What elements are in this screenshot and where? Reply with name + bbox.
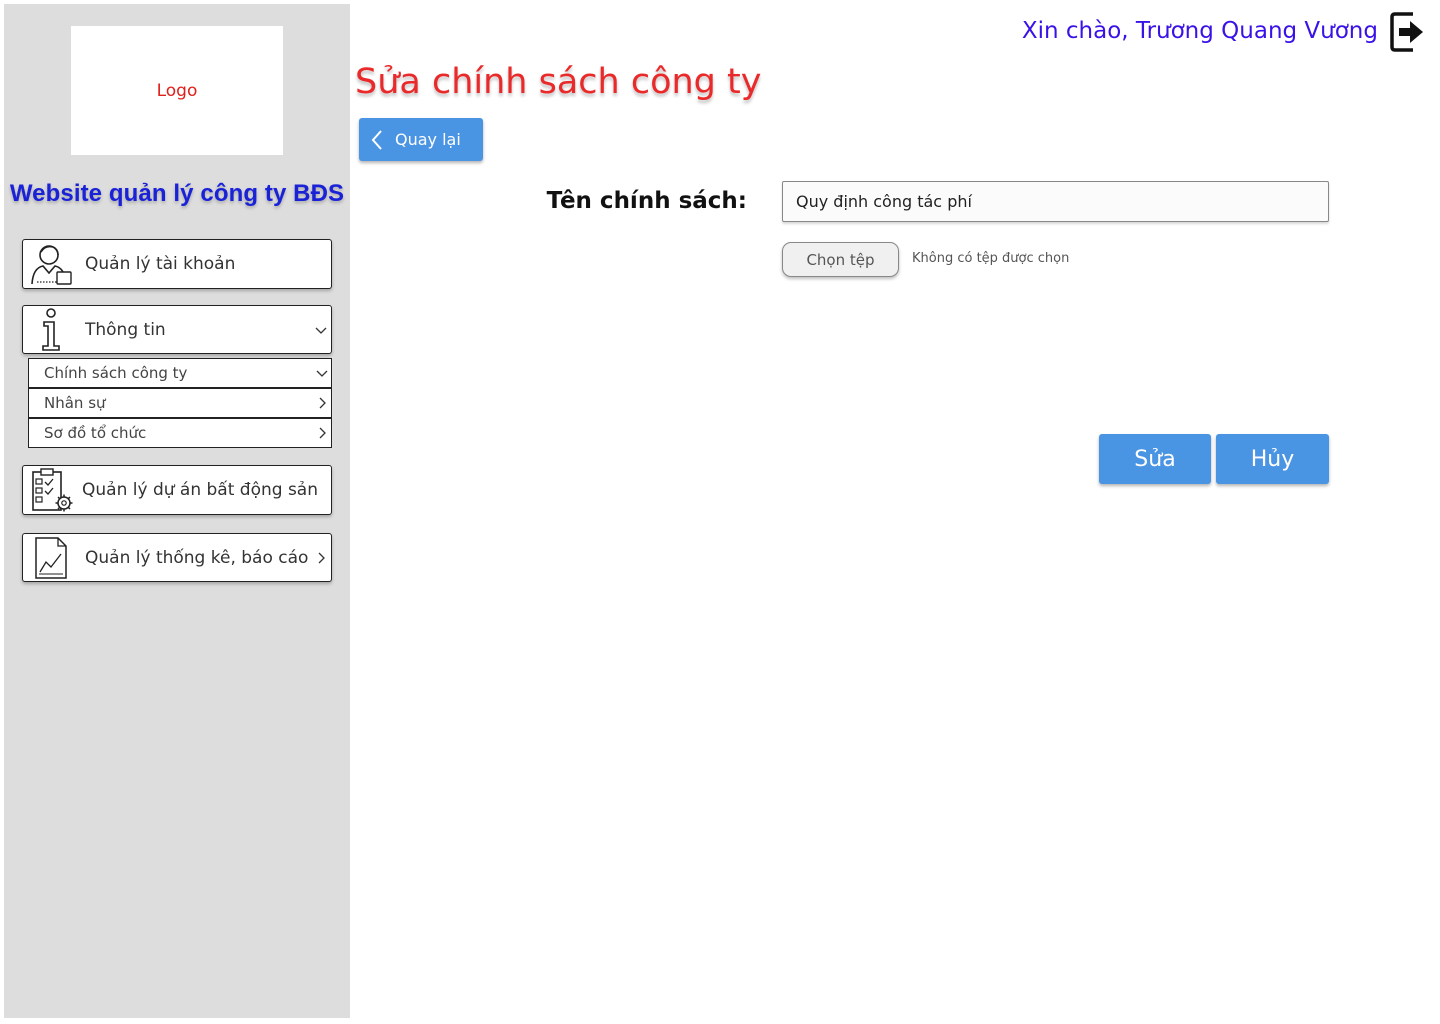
logo-placeholder: Logo: [71, 26, 283, 155]
info-icon: [25, 307, 77, 353]
sidebar-item-label: Quản lý dự án bất động sản: [82, 480, 318, 500]
sidebar-subitem-label: Sơ đồ tổ chức: [44, 424, 147, 442]
sidebar-item-label: Quản lý tài khoản: [85, 254, 236, 274]
sidebar-subitem-personnel[interactable]: Nhân sự: [28, 388, 332, 418]
logout-icon[interactable]: [1389, 10, 1427, 54]
chevron-right-icon: [315, 552, 327, 564]
site-title: Website quản lý công ty BĐS: [9, 180, 345, 207]
back-button[interactable]: Quay lại: [359, 118, 483, 161]
report-chart-icon: [25, 535, 77, 581]
save-button[interactable]: Sửa: [1099, 434, 1211, 484]
logo-text: Logo: [156, 80, 198, 101]
sidebar: Logo Website quản lý công ty BĐS Quản lý…: [4, 4, 350, 1018]
project-checklist-icon: [25, 467, 77, 513]
sidebar-item-label: Quản lý thống kê, báo cáo: [85, 547, 309, 568]
sidebar-subitem-label: Chính sách công ty: [44, 364, 188, 382]
page-title: Sửa chính sách công ty: [355, 62, 762, 102]
sidebar-item-account-management[interactable]: Quản lý tài khoản: [22, 239, 332, 289]
sidebar-subitem-org-chart[interactable]: Sơ đồ tổ chức: [28, 418, 332, 448]
sidebar-subitem-company-policy[interactable]: Chính sách công ty: [28, 358, 332, 388]
policy-name-label: Tên chính sách:: [546, 188, 747, 214]
chevron-down-icon: [315, 324, 327, 336]
sidebar-item-reports[interactable]: Quản lý thống kê, báo cáo: [22, 533, 332, 582]
file-status-text: Không có tệp được chọn: [912, 251, 1070, 266]
chevron-right-icon: [316, 397, 328, 409]
chevron-down-icon: [316, 367, 328, 379]
cancel-button[interactable]: Hủy: [1216, 434, 1329, 484]
user-greeting: Xin chào, Trương Quang Vương: [1021, 18, 1378, 44]
user-account-icon: [25, 241, 77, 287]
policy-name-input[interactable]: [782, 181, 1329, 222]
sidebar-item-info[interactable]: Thông tin: [22, 305, 332, 354]
sidebar-item-real-estate-projects[interactable]: Quản lý dự án bất động sản: [22, 465, 332, 515]
sidebar-subitem-label: Nhân sự: [44, 394, 106, 412]
back-button-label: Quay lại: [395, 130, 461, 149]
sidebar-item-label: Thông tin: [85, 319, 166, 340]
chevron-right-icon: [316, 427, 328, 439]
chevron-left-icon: [359, 129, 395, 151]
choose-file-button[interactable]: Chọn tệp: [782, 242, 899, 277]
